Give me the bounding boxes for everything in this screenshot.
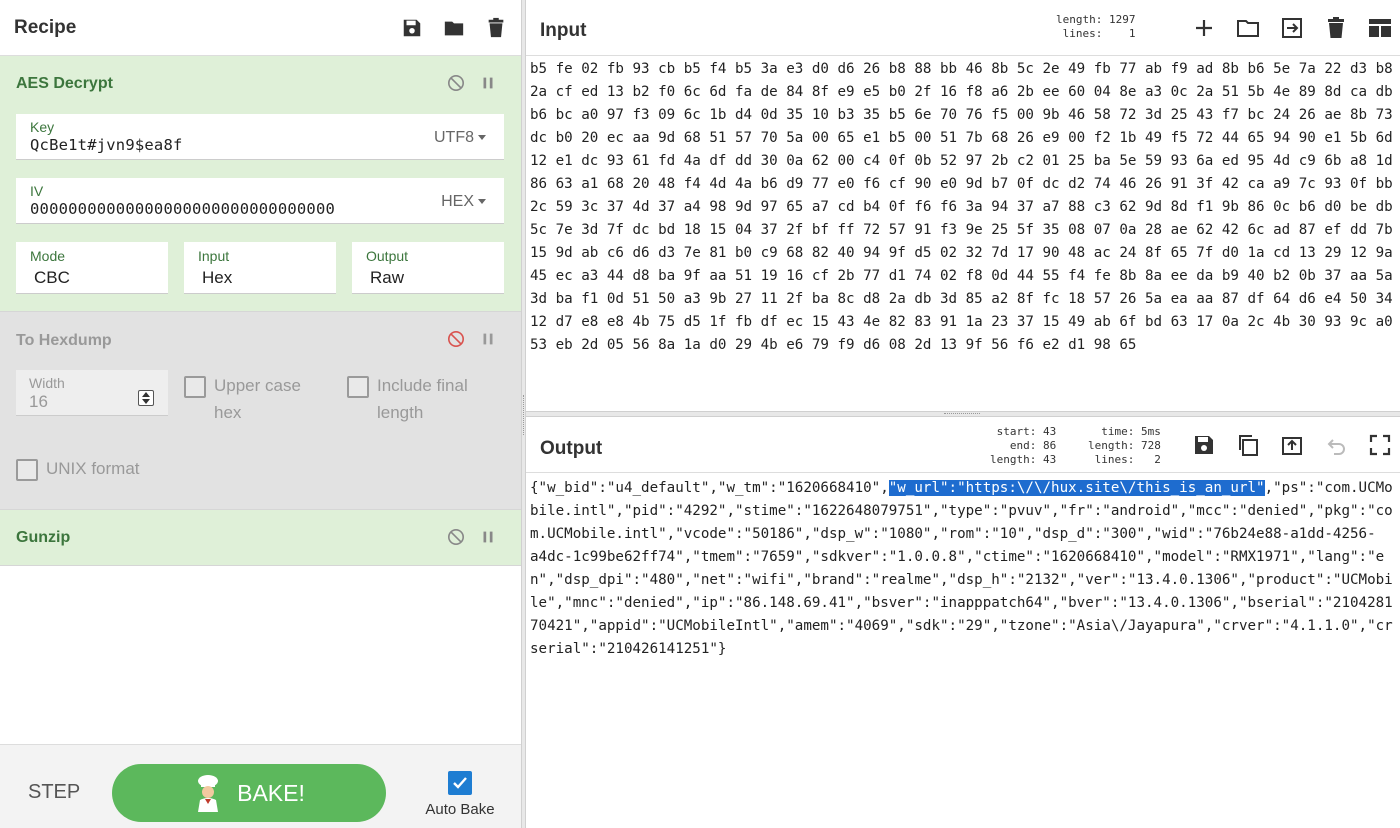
save-icon[interactable] [1192,433,1216,457]
iv-label: IV [30,183,44,199]
checkbox-box[interactable] [347,376,369,398]
input-textarea[interactable]: b5 fe 02 fb 93 cb b5 f4 b5 3a e3 d0 d6 2… [530,58,1396,408]
iv-input[interactable]: 00000000000000000000000000000000 [30,200,335,218]
key-input[interactable]: QcBe1t#jvn9$ea8f [30,136,183,154]
key-field[interactable]: Key QcBe1t#jvn9$ea8f UTF8 [16,114,504,160]
input-stats: length: 1297 lines: 1 [1056,13,1136,40]
unix-format-label: UNIX format [46,459,140,478]
recipe-title: Recipe [14,16,77,38]
disable-icon[interactable] [447,528,465,546]
width-spinner[interactable] [138,390,154,406]
output-format-value: Raw [370,268,405,287]
io-panel: Input length: 1297 lines: 1 b5 fe 02 fb … [526,0,1400,828]
mode-label: Mode [30,248,66,264]
iv-encoding-dropdown[interactable]: HEX [441,193,486,211]
cyberchef-app: Recipe AES Decrypt Key QcBe1t#jvn9$ea8f … [0,0,1400,828]
width-field[interactable]: Width 16 [16,370,168,416]
output-text-before: {"w_bid":"u4_default","w_tm":"1620668410… [530,480,889,496]
mode-value: CBC [34,268,70,287]
auto-bake-toggle[interactable]: Auto Bake [420,771,500,818]
save-icon[interactable] [401,17,423,39]
operation-gunzip: Gunzip [0,510,521,566]
layout-icon[interactable] [1368,16,1392,40]
key-encoding-dropdown[interactable]: UTF8 [434,129,486,147]
input-format-label: Input [198,248,230,264]
include-final-length-checkbox[interactable]: Include final length [347,372,468,426]
checkmark-icon [453,777,467,789]
operation-to-hexdump: To Hexdump Width 16 Upper case hex Inclu… [0,312,521,510]
output-text-after: ,"ps":"com.UCMobile.intl","pid":"4292","… [530,480,1393,657]
bake-label: BAKE! [237,779,305,806]
folder-icon[interactable] [443,17,465,39]
undo-icon[interactable] [1324,433,1348,457]
pause-icon[interactable] [479,528,497,546]
disable-icon[interactable] [447,330,465,348]
key-label: Key [30,119,55,135]
input-title: Input [540,20,587,41]
operation-aes-decrypt: AES Decrypt Key QcBe1t#jvn9$ea8f UTF8 IV… [0,56,521,312]
disable-icon[interactable] [447,74,465,92]
auto-bake-checkbox[interactable] [448,771,472,795]
trash-icon[interactable] [485,17,507,39]
maximize-icon[interactable] [1368,433,1392,457]
chef-icon [198,775,219,812]
input-header: Input length: 1297 lines: 1 [526,0,1400,56]
output-header: Output start: 43 end: 86 length: 43 time… [526,417,1400,473]
input-format-value: Hex [202,268,233,287]
checkbox-box[interactable] [184,376,206,398]
include-final-length-label: Include final length [377,376,468,422]
operation-title: Gunzip [16,529,71,546]
open-file-icon[interactable] [1280,16,1304,40]
step-button[interactable]: STEP [28,781,80,804]
open-folder-icon[interactable] [1236,16,1260,40]
width-label: Width [29,375,65,391]
output-format-label: Output [366,248,409,264]
uppercase-hex-checkbox[interactable]: Upper case hex [184,372,301,426]
checkbox-box[interactable] [16,459,38,481]
mode-select[interactable]: Mode CBC [16,242,168,294]
copy-icon[interactable] [1236,433,1260,457]
operation-title: AES Decrypt [16,75,113,92]
auto-bake-label: Auto Bake [425,801,495,818]
recipe-header: Recipe [0,0,521,56]
iv-field[interactable]: IV 00000000000000000000000000000000 HEX [16,178,504,224]
pause-icon[interactable] [479,74,497,92]
output-stats: time: 5ms length: 728 lines: 2 [1088,425,1161,466]
output-textarea[interactable]: {"w_bid":"u4_default","w_tm":"1620668410… [530,477,1396,817]
output-selection-stats: start: 43 end: 86 length: 43 [990,425,1057,466]
operation-title: To Hexdump [16,332,112,349]
trash-icon[interactable] [1324,16,1348,40]
bake-button[interactable]: BAKE! [112,764,386,822]
output-format-select[interactable]: Output Raw [352,242,504,294]
replace-input-icon[interactable] [1280,433,1304,457]
pause-icon[interactable] [479,330,497,348]
output-title: Output [540,438,603,459]
uppercase-hex-label: Upper case hex [214,376,301,422]
add-tab-icon[interactable] [1192,16,1216,40]
recipe-panel: Recipe AES Decrypt Key QcBe1t#jvn9$ea8f … [0,0,521,828]
controls-bar: STEP BAKE! Auto Bake [0,744,521,828]
unix-format-checkbox[interactable]: UNIX format [16,455,140,482]
width-input[interactable]: 16 [29,392,48,412]
output-selection: "w_url":"https:\/\/hux.site\/this_is_an_… [888,480,1265,496]
input-format-select[interactable]: Input Hex [184,242,336,294]
